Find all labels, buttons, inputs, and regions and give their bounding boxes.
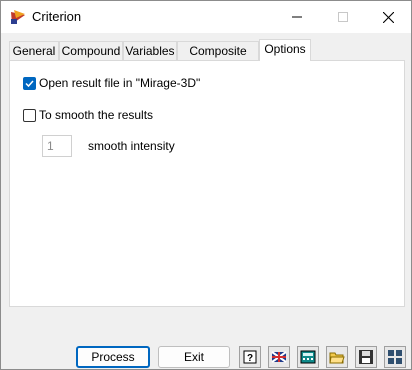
exit-button[interactable]: Exit bbox=[158, 346, 230, 368]
layout-button[interactable] bbox=[384, 346, 406, 368]
options-panel: Open result file in "Mirage-3D" To smoot… bbox=[9, 60, 405, 307]
window-title: Criterion bbox=[32, 9, 82, 24]
close-icon bbox=[382, 11, 394, 23]
tab-general[interactable]: General bbox=[9, 41, 59, 60]
calculator-button[interactable] bbox=[297, 346, 319, 368]
title-bar: Criterion bbox=[1, 1, 411, 33]
flag-icon bbox=[271, 351, 287, 363]
smooth-intensity-input[interactable]: 1 bbox=[42, 135, 72, 157]
grid-icon bbox=[388, 350, 402, 364]
tab-options[interactable]: Options bbox=[259, 39, 311, 61]
tab-compound[interactable]: Compound bbox=[59, 41, 123, 60]
open-folder-icon bbox=[329, 352, 345, 364]
help-button[interactable]: ? bbox=[239, 346, 261, 368]
calculator-icon bbox=[300, 350, 316, 364]
tab-variables[interactable]: Variables bbox=[123, 41, 177, 60]
smooth-results-checkbox[interactable] bbox=[23, 109, 36, 122]
tab-composite-vars[interactable]: Composite vars bbox=[177, 41, 259, 77]
checkmark-icon bbox=[25, 80, 34, 88]
open-result-checkbox[interactable] bbox=[23, 77, 36, 90]
svg-text:?: ? bbox=[247, 353, 253, 364]
language-button[interactable] bbox=[268, 346, 290, 368]
smooth-intensity-label: smooth intensity bbox=[88, 139, 175, 153]
maximize-icon bbox=[338, 12, 348, 22]
minimize-button[interactable] bbox=[274, 1, 320, 33]
maximize-button[interactable] bbox=[320, 1, 366, 33]
smooth-results-label[interactable]: To smooth the results bbox=[39, 108, 153, 122]
minimize-icon bbox=[292, 16, 302, 18]
open-result-label[interactable]: Open result file in "Mirage-3D" bbox=[39, 76, 200, 90]
open-folder-button[interactable] bbox=[326, 346, 348, 368]
app-icon bbox=[11, 10, 25, 24]
process-button[interactable]: Process bbox=[76, 346, 150, 368]
save-disk-icon bbox=[359, 350, 373, 364]
tab-strip: General Compound Variables Composite var… bbox=[9, 39, 405, 77]
help-book-icon: ? bbox=[243, 350, 257, 364]
criterion-window: Criterion General Compound Variables Com… bbox=[0, 0, 412, 370]
save-button[interactable] bbox=[355, 346, 377, 368]
close-button[interactable] bbox=[365, 1, 411, 33]
